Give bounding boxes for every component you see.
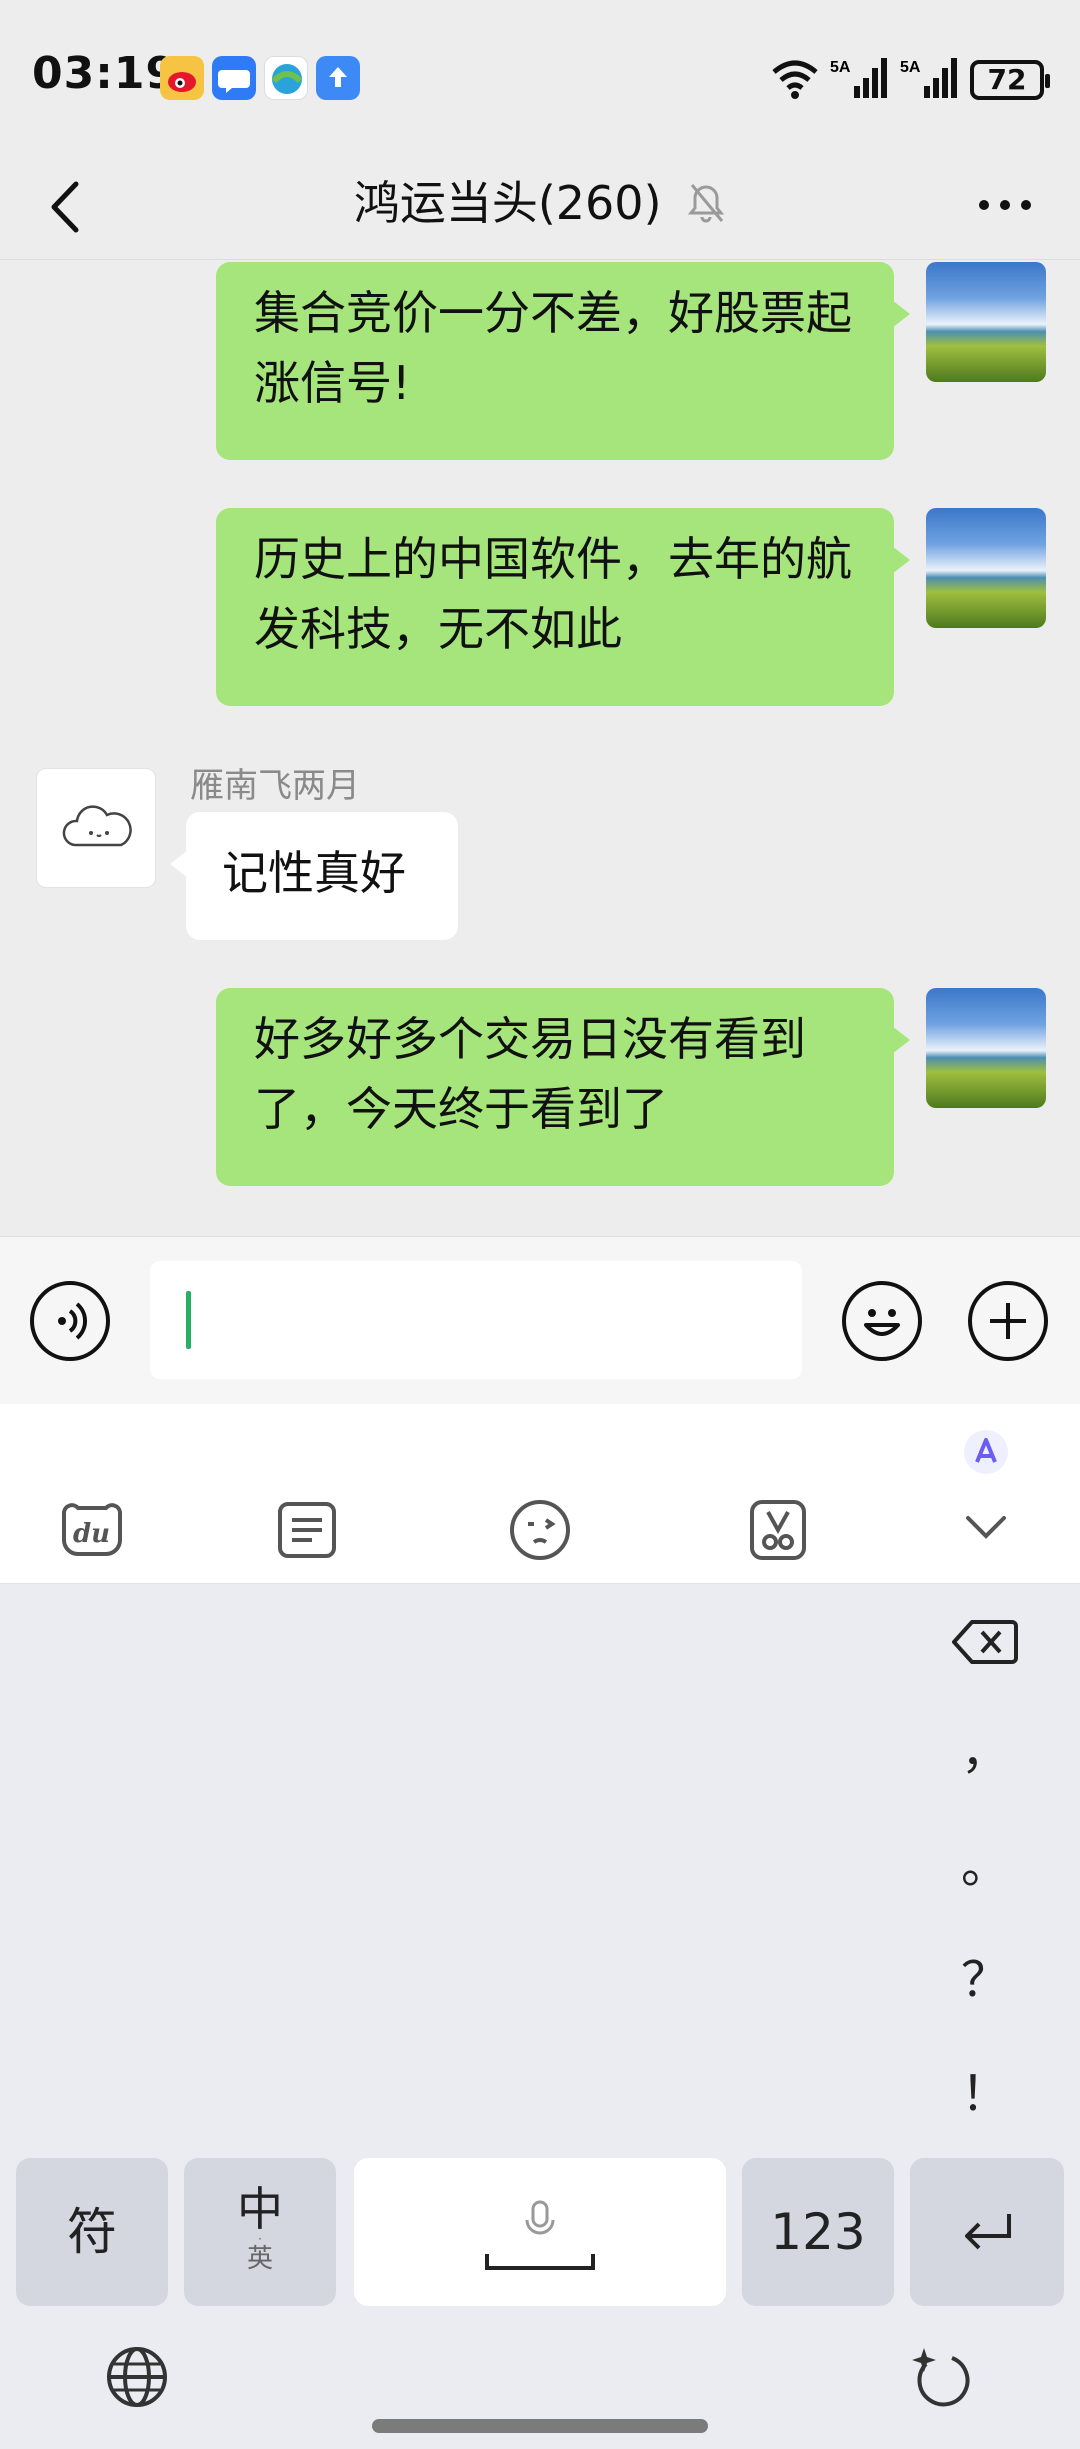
- key-enter[interactable]: [910, 2158, 1064, 2306]
- input-bar: [0, 1236, 1080, 1404]
- status-time: 03:19: [32, 48, 178, 99]
- plus-icon: [990, 1303, 1026, 1339]
- message-bubble-sent[interactable]: 集合竞价一分不差，好股票起涨信号!: [216, 262, 910, 460]
- key-exclamation[interactable]: ！: [945, 2054, 1025, 2124]
- more-options-icon[interactable]: [970, 180, 1040, 230]
- weibo-icon: [160, 56, 204, 100]
- battery-indicator: 72: [970, 60, 1050, 100]
- message-text: 记性真好: [222, 846, 406, 900]
- keyboard-toolbar: du: [0, 1404, 1080, 1584]
- microphone-icon: [525, 2200, 555, 2235]
- key-comma[interactable]: ，: [945, 1712, 1025, 1782]
- chat-header: 鸿运当头(260): [0, 150, 1080, 260]
- svg-text:du: du: [73, 1519, 110, 1549]
- my-avatar[interactable]: [926, 262, 1046, 382]
- status-bar: 03:19 5A 5A 72: [0, 0, 1080, 150]
- scissors-icon[interactable]: [746, 1498, 810, 1562]
- browser-icon: [264, 56, 308, 100]
- clipboard-icon[interactable]: [276, 1500, 338, 1560]
- space-bar-icon: [485, 2254, 595, 2270]
- emoji-panel-icon[interactable]: [508, 1498, 572, 1562]
- message-bubble-sent[interactable]: 好多好多个交易日没有看到了，今天终于看到了: [216, 988, 910, 1186]
- globe-icon[interactable]: [104, 2344, 170, 2410]
- signal-5a-icon: 5A: [830, 58, 887, 98]
- message-text: 历史上的中国软件，去年的航发科技，无不如此: [254, 532, 852, 656]
- key-space[interactable]: [354, 2158, 726, 2306]
- key-numbers[interactable]: 123: [742, 2158, 894, 2306]
- upload-icon: [316, 56, 360, 100]
- my-avatar[interactable]: [926, 508, 1046, 628]
- key-language-switch[interactable]: 中 · 英: [184, 2158, 336, 2306]
- du-logo-icon[interactable]: du: [56, 1498, 128, 1562]
- home-indicator[interactable]: [372, 2419, 708, 2433]
- message-bubble-sent[interactable]: 历史上的中国软件，去年的航发科技，无不如此: [216, 508, 910, 706]
- back-arrow-icon[interactable]: [38, 172, 98, 242]
- wifi-icon: [772, 60, 818, 99]
- voice-icon: [58, 1302, 88, 1340]
- sender-name: 雁南飞两月: [190, 766, 360, 806]
- assistant-icon[interactable]: [962, 1428, 1010, 1476]
- key-symbols[interactable]: 符: [16, 2158, 168, 2306]
- emoji-button[interactable]: [842, 1281, 922, 1361]
- backspace-icon[interactable]: [952, 1616, 1018, 1668]
- signal-5a-icon: 5A: [900, 58, 957, 98]
- chat-title: 鸿运当头(260): [0, 164, 1080, 238]
- message-input[interactable]: [150, 1261, 802, 1379]
- sparkle-refresh-icon[interactable]: [906, 2340, 978, 2412]
- cloud-icon: [62, 805, 132, 847]
- message-icon: [212, 56, 256, 100]
- chat-title-text: 鸿运当头(260): [353, 175, 662, 230]
- text-caret: [186, 1291, 191, 1349]
- chevron-down-icon[interactable]: [964, 1508, 1008, 1548]
- sender-avatar[interactable]: [36, 768, 156, 888]
- keyboard: ， 。 ？ ！ 符 中 · 英 123: [0, 1584, 1080, 2449]
- key-lang-main: 中: [237, 2182, 283, 2236]
- key-lang-sub: 英: [246, 2244, 273, 2274]
- enter-icon: [965, 2214, 1011, 2250]
- svg-text:5A: 5A: [830, 59, 851, 76]
- message-bubble-received[interactable]: 记性真好: [170, 812, 458, 940]
- bell-off-icon: [688, 183, 725, 222]
- message-text: 集合竞价一分不差，好股票起涨信号!: [254, 286, 852, 410]
- emoji-icon: [864, 1309, 900, 1336]
- my-avatar[interactable]: [926, 988, 1046, 1108]
- message-text: 好多好多个交易日没有看到了，今天终于看到了: [254, 1012, 806, 1136]
- add-attachment-button[interactable]: [968, 1281, 1048, 1361]
- svg-text:5A: 5A: [900, 59, 921, 76]
- voice-toggle-button[interactable]: [30, 1281, 110, 1361]
- key-period[interactable]: 。: [945, 1826, 1025, 1896]
- key-question[interactable]: ？: [945, 1940, 1025, 2010]
